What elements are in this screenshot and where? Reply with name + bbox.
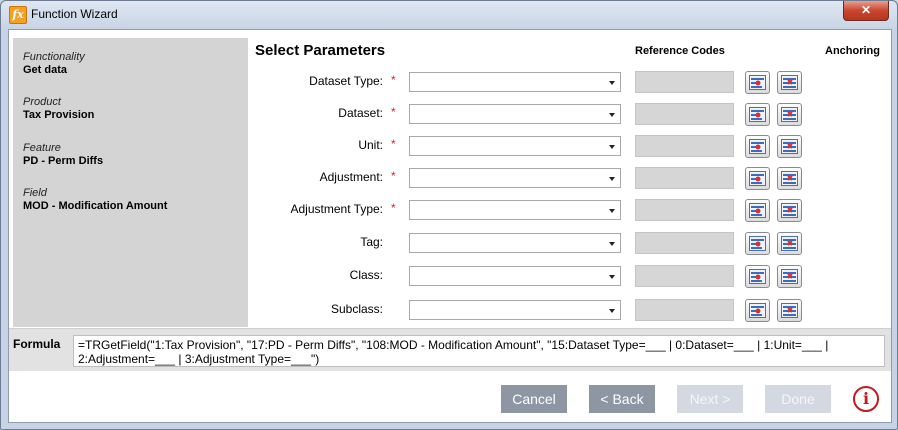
anchor-button[interactable] — [777, 167, 802, 190]
reference-code-field — [635, 167, 734, 189]
param-label: Class: — [349, 268, 383, 282]
info-label: Feature — [23, 142, 61, 154]
anchor-button[interactable] — [777, 71, 802, 94]
chevron-down-icon — [609, 145, 615, 149]
info-feature: Feature PD - Perm Diffs — [23, 142, 103, 167]
param-label: Dataset Type: — [309, 74, 383, 88]
pick-reference-icon — [749, 139, 766, 154]
select-parameters-title: Select Parameters — [255, 42, 386, 59]
param-select[interactable] — [409, 233, 621, 253]
required-marker: * — [391, 137, 396, 151]
chevron-down-icon — [609, 309, 615, 313]
done-button: Done — [765, 385, 831, 413]
reference-code-field — [635, 265, 734, 287]
info-panel: Functionality Get data Product Tax Provi… — [13, 38, 248, 327]
info-label: Product — [23, 96, 61, 108]
info-label: Functionality — [23, 51, 85, 63]
param-label: Unit: — [358, 138, 383, 152]
required-marker: * — [391, 169, 396, 183]
chevron-down-icon — [609, 275, 615, 279]
anchor-icon — [781, 303, 798, 318]
chevron-down-icon — [609, 209, 615, 213]
reference-code-field — [635, 299, 734, 321]
reference-code-field — [635, 71, 734, 93]
param-select[interactable] — [409, 168, 621, 188]
anchor-icon — [781, 139, 798, 154]
formula-label: Formula — [13, 337, 61, 351]
pick-reference-button[interactable] — [745, 199, 770, 222]
function-wizard-app-icon: fx — [9, 6, 27, 24]
anchoring-header: Anchoring — [825, 45, 880, 57]
anchor-icon — [781, 203, 798, 218]
pick-reference-button[interactable] — [745, 71, 770, 94]
anchor-button[interactable] — [777, 199, 802, 222]
pick-reference-icon — [749, 107, 766, 122]
required-marker: * — [391, 105, 396, 119]
reference-code-field — [635, 232, 734, 254]
anchor-icon — [781, 171, 798, 186]
pick-reference-button[interactable] — [745, 135, 770, 158]
info-value: Get data — [23, 64, 68, 76]
pick-reference-button[interactable] — [745, 103, 770, 126]
next-button: Next > — [677, 385, 743, 413]
reference-codes-header: Reference Codes — [635, 45, 725, 57]
formula-text[interactable]: =TRGetField("1:Tax Provision", "17:PD - … — [73, 335, 885, 367]
pick-reference-button[interactable] — [745, 265, 770, 288]
param-label: Tag: — [360, 235, 383, 249]
info-field: Field MOD - Modification Amount — [23, 187, 167, 212]
wizard-content: Functionality Get data Product Tax Provi… — [8, 29, 892, 423]
param-select[interactable] — [409, 200, 621, 220]
reference-code-field — [635, 199, 734, 221]
required-marker: * — [391, 73, 396, 87]
param-label: Subclass: — [330, 302, 383, 316]
anchor-icon — [781, 107, 798, 122]
info-label: Field — [23, 187, 47, 199]
back-button[interactable]: < Back — [589, 385, 655, 413]
anchor-icon — [781, 269, 798, 284]
anchor-button[interactable] — [777, 135, 802, 158]
param-select[interactable] — [409, 136, 621, 156]
info-product: Product Tax Provision — [23, 96, 94, 121]
anchor-button[interactable] — [777, 265, 802, 288]
param-label: Adjustment: — [319, 170, 383, 184]
chevron-down-icon — [609, 81, 615, 85]
pick-reference-icon — [749, 171, 766, 186]
chevron-down-icon — [609, 242, 615, 246]
pick-reference-icon — [749, 303, 766, 318]
info-value: PD - Perm Diffs — [23, 155, 104, 167]
function-wizard-window: fx Function Wizard ✕ Functionality Get d… — [0, 0, 898, 430]
pick-reference-button[interactable] — [745, 299, 770, 322]
title-bar: fx Function Wizard ✕ — [1, 1, 897, 29]
reference-code-field — [635, 103, 734, 125]
param-select[interactable] — [409, 300, 621, 320]
anchor-button[interactable] — [777, 232, 802, 255]
info-icon[interactable]: i — [853, 386, 879, 412]
pick-reference-button[interactable] — [745, 167, 770, 190]
chevron-down-icon — [609, 113, 615, 117]
pick-reference-icon — [749, 203, 766, 218]
param-select[interactable] — [409, 104, 621, 124]
close-button[interactable]: ✕ — [843, 1, 889, 21]
info-value: Tax Provision — [23, 109, 95, 121]
pick-reference-icon — [749, 269, 766, 284]
window-title: Function Wizard — [31, 7, 118, 21]
anchor-icon — [781, 236, 798, 251]
anchor-button[interactable] — [777, 103, 802, 126]
pick-reference-button[interactable] — [745, 232, 770, 255]
formula-bar: Formula =TRGetField("1:Tax Provision", "… — [9, 328, 891, 371]
param-select[interactable] — [409, 72, 621, 92]
required-marker: * — [391, 201, 396, 215]
info-value: MOD - Modification Amount — [23, 200, 168, 212]
reference-code-field — [635, 135, 734, 157]
param-label: Dataset: — [338, 106, 383, 120]
pick-reference-icon — [749, 236, 766, 251]
anchor-icon — [781, 75, 798, 90]
param-label: Adjustment Type: — [290, 202, 384, 216]
pick-reference-icon — [749, 75, 766, 90]
cancel-button[interactable]: Cancel — [501, 385, 567, 413]
param-select[interactable] — [409, 266, 621, 286]
anchor-button[interactable] — [777, 299, 802, 322]
chevron-down-icon — [609, 177, 615, 181]
info-functionality: Functionality Get data — [23, 51, 85, 76]
